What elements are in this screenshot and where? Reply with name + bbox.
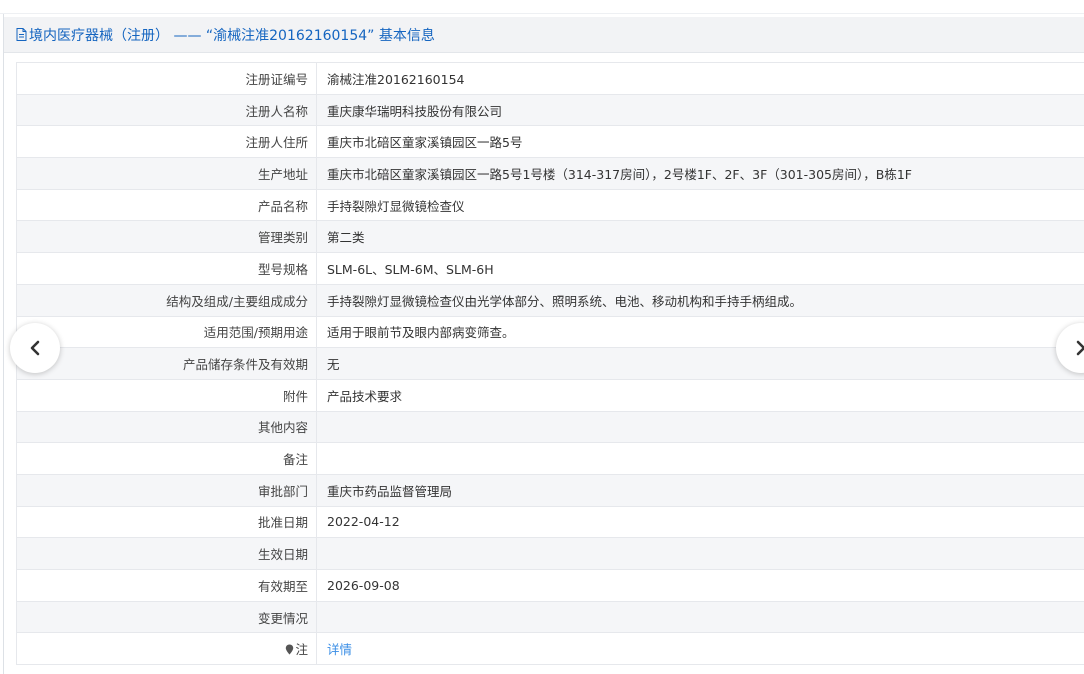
row-label: 注册人住所 [16, 125, 317, 159]
row-label: 审批部门 [16, 473, 317, 507]
top-strip [0, 0, 1084, 14]
row-label: 注册证编号 [16, 62, 317, 95]
row-value: 第二类 [316, 220, 1084, 254]
row-label: 附件 [16, 378, 317, 412]
row-label-note: 注 [16, 632, 317, 666]
table-row: 管理类别 第二类 [16, 220, 1084, 254]
table-row: 适用范围/预期用途 适用于眼前节及眼内部病变筛查。 [16, 315, 1084, 349]
table-row: 批准日期 2022-04-12 [16, 505, 1084, 539]
table-row: 变更情况 [16, 600, 1084, 634]
row-value: 手持裂隙灯显微镜检查仪由光学体部分、照明系统、电池、移动机构和手持手柄组成。 [316, 283, 1084, 317]
table-row: 附件 产品技术要求 [16, 378, 1084, 412]
table-row: 注册人名称 重庆康华瑞明科技股份有限公司 [16, 93, 1084, 127]
row-value [316, 410, 1084, 444]
table-row: 结构及组成/主要组成成分 手持裂隙灯显微镜检查仪由光学体部分、照明系统、电池、移动… [16, 283, 1084, 317]
row-value: 手持裂隙灯显微镜检查仪 [316, 188, 1084, 222]
row-label: 生产地址 [16, 157, 317, 190]
row-label: 管理类别 [16, 220, 317, 254]
table-row: 注册证编号 渝械注准20162160154 [16, 62, 1084, 95]
chevron-left-icon [30, 340, 40, 356]
row-value: 重庆康华瑞明科技股份有限公司 [316, 93, 1084, 127]
table-row: 其他内容 [16, 410, 1084, 444]
table-row: 产品名称 手持裂隙灯显微镜检查仪 [16, 188, 1084, 222]
row-label: 备注 [16, 442, 317, 475]
table-row: 产品储存条件及有效期无 [16, 347, 1084, 380]
details-link[interactable]: 详情 [327, 642, 352, 657]
row-label: 变更情况 [16, 600, 317, 634]
document-icon [16, 28, 27, 41]
table-row: 有效期至 2026-09-08 [16, 569, 1084, 602]
table-row: 注册人住所 重庆市北碚区童家溪镇园区一路5号 [16, 125, 1084, 159]
row-value: 渝械注准20162160154 [316, 62, 1084, 95]
row-value [316, 600, 1084, 634]
row-label: 生效日期 [16, 537, 317, 570]
row-value: 重庆市药品监督管理局 [316, 473, 1084, 507]
prev-button[interactable] [10, 323, 60, 373]
map-pin-icon [286, 644, 294, 655]
row-label: 产品名称 [16, 188, 317, 222]
row-value: 适用于眼前节及眼内部病变筛查。 [316, 315, 1084, 349]
row-label: 注册人名称 [16, 93, 317, 127]
table-row: 备注 [16, 442, 1084, 475]
row-label: 其他内容 [16, 410, 317, 444]
row-value: 产品技术要求 [316, 378, 1084, 412]
table-row: 生产地址 重庆市北碚区童家溪镇园区一路5号1号楼（314-317房间），2号楼1F… [16, 157, 1084, 190]
row-label: 有效期至 [16, 569, 317, 602]
table-row: 型号规格 SLM-6L、SLM-6M、SLM-6H [16, 252, 1084, 285]
chevron-right-icon [1076, 340, 1084, 356]
row-value [316, 442, 1084, 475]
row-label: 批准日期 [16, 505, 317, 539]
table-row: 生效日期 [16, 537, 1084, 570]
table-row: 审批部门 重庆市药品监督管理局 [16, 473, 1084, 507]
row-value: 2022-04-12 [316, 505, 1084, 539]
table-row: 注 详情 [16, 632, 1084, 666]
row-value: 重庆市北碚区童家溪镇园区一路5号 [316, 125, 1084, 159]
row-value: 2026-09-08 [316, 569, 1084, 602]
note-label: 注 [295, 642, 308, 658]
row-value: 重庆市北碚区童家溪镇园区一路5号1号楼（314-317房间），2号楼1F、2F、… [316, 157, 1084, 190]
row-label: 型号规格 [16, 252, 317, 285]
row-label: 产品储存条件及有效期 [16, 347, 317, 380]
row-value: 无 [316, 347, 1084, 380]
row-label: 适用范围/预期用途 [16, 315, 317, 349]
row-value [316, 537, 1084, 570]
detail-panel: 境内医疗器械（注册） —— “渝械注准20162160154” 基本信息 注册证… [3, 14, 1084, 674]
row-label: 结构及组成/主要组成成分 [16, 283, 317, 317]
page-title: 境内医疗器械（注册） —— “渝械注准20162160154” 基本信息 [29, 27, 435, 44]
info-table: 注册证编号 渝械注准20162160154 注册人名称 重庆康华瑞明科技股份有限公司… [16, 62, 1084, 666]
row-value: 详情 [316, 632, 1084, 666]
row-value: SLM-6L、SLM-6M、SLM-6H [316, 252, 1084, 285]
panel-header: 境内医疗器械（注册） —— “渝械注准20162160154” 基本信息 [4, 17, 1084, 53]
